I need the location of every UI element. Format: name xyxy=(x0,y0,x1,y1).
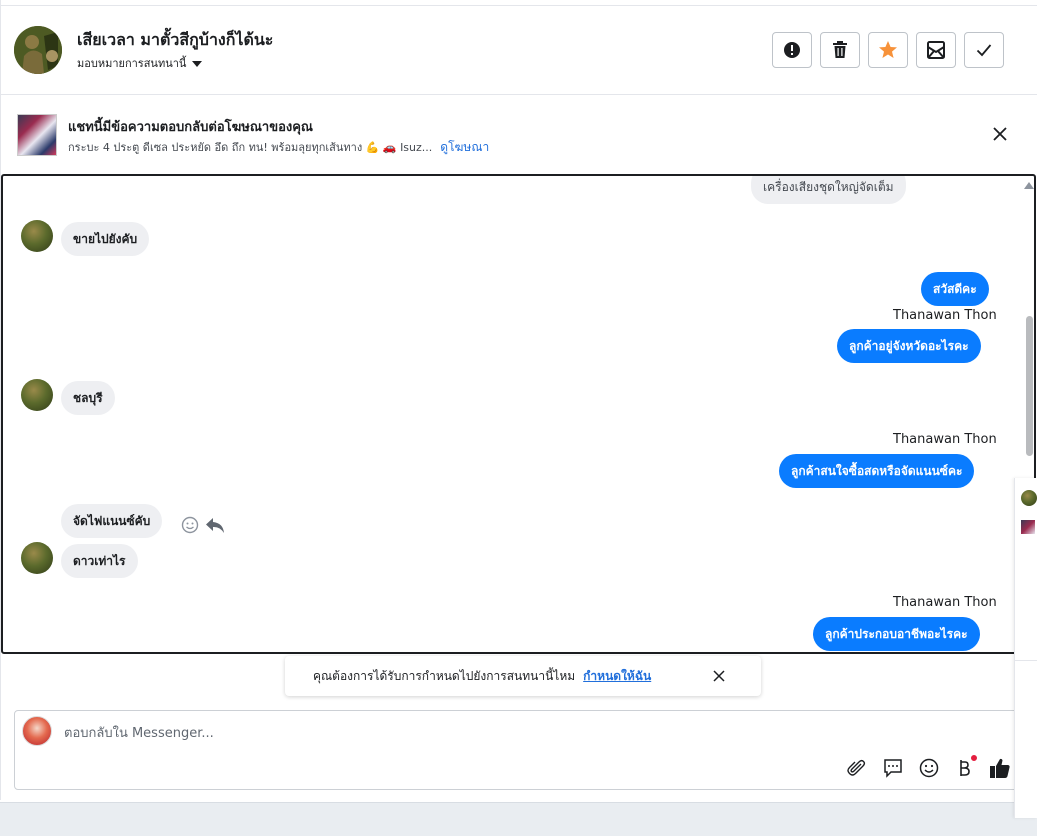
close-toast-button[interactable] xyxy=(711,668,727,684)
speech-bubble-icon xyxy=(884,759,902,778)
agent-name: Thanawan Thon xyxy=(893,308,997,323)
notification-badge xyxy=(970,754,978,762)
scrollbar-thumb[interactable] xyxy=(1026,316,1033,456)
reply-input[interactable] xyxy=(62,722,762,744)
close-ad-banner-button[interactable] xyxy=(990,124,1010,144)
assign-conversation-dropdown[interactable]: มอบหมายการสนทนานี้ xyxy=(77,54,203,72)
message-bubble-incoming: ดาวเท่าไร xyxy=(61,544,138,578)
mark-unread-button[interactable] xyxy=(916,32,956,68)
message-bubble-incoming: ขายไปยังคับ xyxy=(61,222,150,256)
message-bubble-outgoing: สวัสดีคะ xyxy=(921,272,989,306)
agent-name: Thanawan Thon xyxy=(893,432,997,447)
assign-suggestion-text: คุณต้องการได้รับการกำหนดไปยังการสนทนานี้… xyxy=(313,668,576,683)
attach-file-button[interactable] xyxy=(845,756,869,780)
agent-name: Thanawan Thon xyxy=(893,595,997,610)
smiley-icon xyxy=(181,516,199,534)
side-panel-avatar xyxy=(1021,490,1037,506)
thumbs-up-icon xyxy=(990,758,1010,778)
smiley-icon xyxy=(919,758,939,778)
scroll-up-arrow-icon[interactable] xyxy=(1024,182,1034,189)
paperclip-icon xyxy=(847,759,866,776)
sender-avatar xyxy=(21,379,53,411)
contact-photo-icon xyxy=(14,26,62,74)
assign-suggestion-toast: คุณต้องการได้รับการกำหนดไปยังการสนทนานี้… xyxy=(285,656,761,696)
close-icon xyxy=(713,670,725,682)
message-thread[interactable]: เครื่องเสียงชุดใหญ่จัดเต็ม ขายไปยังคับ ส… xyxy=(1,174,1036,654)
ad-banner-subtitle-row: กระบะ 4 ประตู ดีเซล ประหยัด อึด ถึก ทน! … xyxy=(68,138,489,157)
checkmark-icon xyxy=(976,44,992,57)
close-icon xyxy=(993,127,1007,141)
reply-button[interactable] xyxy=(205,516,225,534)
assign-label: มอบหมายการสนทนานี้ xyxy=(77,57,187,70)
message-bubble-outgoing: ลูกค้าสนใจซื้อสดหรือจัดแนนซ์คะ xyxy=(779,454,975,488)
sender-avatar xyxy=(21,220,53,252)
react-emoji-button[interactable] xyxy=(181,516,199,534)
page-avatar xyxy=(22,716,52,746)
ad-banner-title: แชทนี้มีข้อความตอบกลับต่อโฆษณาของคุณ xyxy=(68,120,313,135)
mark-done-button[interactable] xyxy=(964,32,1004,68)
message-bubble-incoming: จัดไฟแนนซ์คับ xyxy=(61,504,163,538)
header-divider xyxy=(0,94,1037,95)
side-panel-partial[interactable] xyxy=(1014,478,1037,818)
saved-replies-button[interactable] xyxy=(881,756,905,780)
side-panel-thumbnail xyxy=(1021,520,1035,534)
contact-name: เสียเวลา มาตั้วสีกูบ้างก็ได้นะ xyxy=(77,30,274,49)
message-bubble-incoming-partial: เครื่องเสียงชุดใหญ่จัดเต็ม xyxy=(751,176,906,204)
ad-thumbnail[interactable] xyxy=(17,114,57,156)
delete-button[interactable] xyxy=(820,32,860,68)
window-top-edge xyxy=(0,0,1037,6)
alert-icon xyxy=(784,42,800,58)
reply-arrow-icon xyxy=(206,518,224,533)
envelope-icon xyxy=(927,41,945,59)
star-icon xyxy=(879,41,897,58)
message-bubble-outgoing: ลูกค้าประกอบอาชีพอะไรคะ xyxy=(813,617,980,651)
star-button[interactable] xyxy=(868,32,908,68)
ad-description: กระบะ 4 ประตู ดีเซล ประหยัด อึด ถึก ทน! … xyxy=(68,141,433,154)
view-ad-link[interactable]: ดูโฆษณา xyxy=(440,138,489,157)
contact-avatar[interactable] xyxy=(14,26,62,74)
assign-to-me-link[interactable]: กำหนดให้ฉัน xyxy=(583,667,651,686)
like-button[interactable] xyxy=(988,756,1012,780)
message-bubble-incoming: ชลบุรี xyxy=(61,381,115,415)
mark-spam-button[interactable] xyxy=(772,32,812,68)
emoji-button[interactable] xyxy=(917,756,941,780)
bottom-status-bar xyxy=(0,802,1037,836)
side-panel-divider xyxy=(1015,660,1037,661)
message-bubble-outgoing: ลูกค้าอยู่จังหวัดอะไรคะ xyxy=(837,329,981,363)
trash-icon xyxy=(833,41,847,58)
sender-avatar xyxy=(21,542,53,574)
caret-down-icon xyxy=(192,61,203,67)
